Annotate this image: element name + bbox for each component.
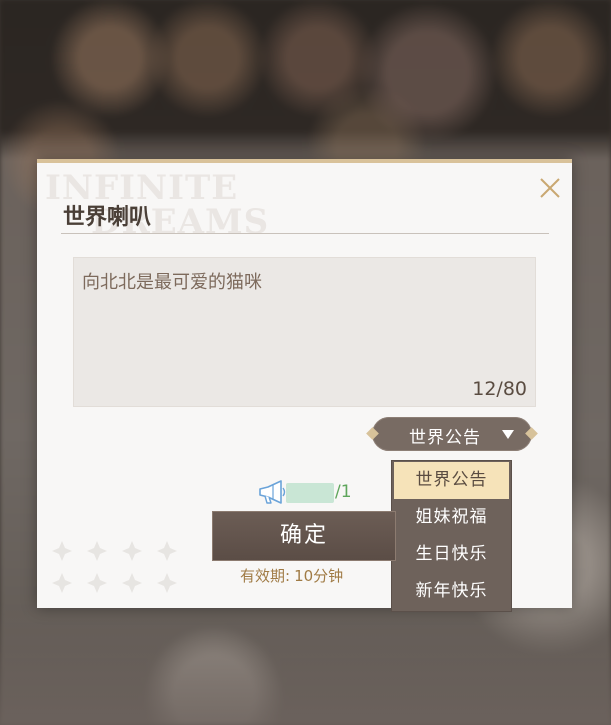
left-ornament-icon [366,427,379,440]
megaphone-icon [259,480,286,504]
inventory-amount-redacted [286,483,334,503]
channel-option-sisters[interactable]: 姐妹祝福 [394,499,509,536]
channel-options-menu: 世界公告 姐妹祝福 生日快乐 新年快乐 [391,460,512,612]
message-text: 向北北是最可爱的猫咪 [82,272,262,293]
channel-dropdown[interactable]: 世界公告 [366,417,538,451]
close-button[interactable] [535,173,565,203]
message-input[interactable]: 向北北是最可爱的猫咪 12/80 [73,257,536,407]
validity-info: 有效期: 10分钟 [240,565,343,586]
character-counter: 12/80 [472,378,527,400]
inventory-count: /1 [335,482,352,502]
validity-value: 10分钟 [294,567,344,585]
validity-label: 有效期: [240,567,291,585]
dialog-title: 世界喇叭 [63,204,152,230]
channel-option-birthday[interactable]: 生日快乐 [394,536,509,573]
background-overlay [0,605,611,725]
channel-option-newyear[interactable]: 新年快乐 [394,573,509,610]
channel-selected-label: 世界公告 [409,428,481,448]
channel-option-world[interactable]: 世界公告 [394,462,509,499]
world-speaker-dialog: INFINITE DREAMS 世界喇叭 向北北是最可爱的猫咪 12/80 世界… [37,159,572,612]
confirm-button[interactable]: 确定 [212,511,396,561]
title-divider [61,233,549,234]
sparkle-decoration-icon [52,541,177,593]
close-icon [540,178,560,198]
right-ornament-icon [525,427,538,440]
dropdown-arrow-icon [502,430,514,439]
